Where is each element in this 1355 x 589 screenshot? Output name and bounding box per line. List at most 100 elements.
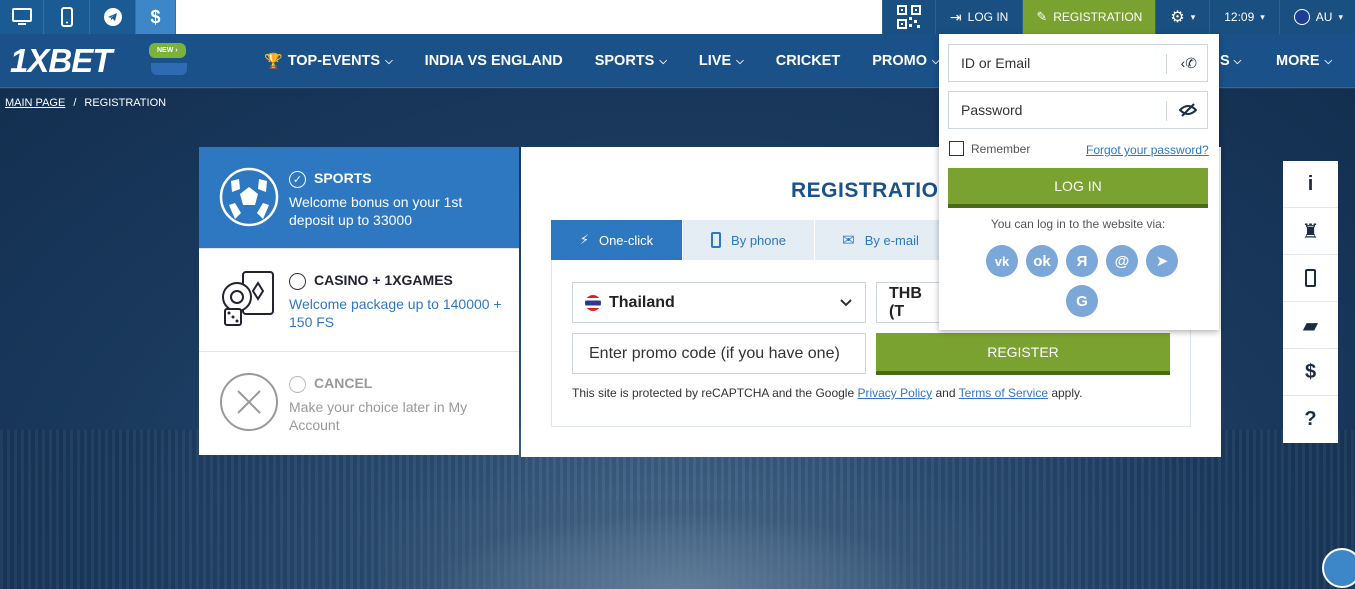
phone-icon[interactable]: ‹✆ <box>1181 55 1197 72</box>
currency-button[interactable]: $ <box>136 0 176 34</box>
chevron-down-icon: ▾ <box>1338 11 1343 22</box>
bonus-description: Welcome package up to 140000 + 150 FS <box>289 296 502 330</box>
nav-item-promo[interactable]: PROMO ⌵ <box>872 53 939 69</box>
cancel-circle-icon <box>220 373 278 431</box>
help-icon[interactable]: ? <box>1283 396 1338 443</box>
info-icon[interactable]: i <box>1283 161 1338 208</box>
google-icon[interactable]: G <box>1066 285 1098 317</box>
radio-button[interactable] <box>289 376 306 393</box>
captcha-text: This site is protected by reCAPTCHA and … <box>572 386 858 400</box>
edit-icon: ✎ <box>1036 9 1048 24</box>
tab-by-email[interactable]: ✉ By e-mail <box>815 220 947 260</box>
login-submit-button[interactable]: LOG IN <box>948 168 1208 208</box>
nav-item-label: S <box>1220 53 1230 69</box>
eye-hidden-icon[interactable] <box>1179 102 1197 118</box>
time-value: 12:09 <box>1224 10 1255 24</box>
desktop-version-button[interactable] <box>0 0 44 34</box>
chevron-down-icon <box>840 299 852 307</box>
recaptcha-notice: This site is protected by reCAPTCHA and … <box>572 386 1082 400</box>
nav-item-label: LIVE <box>698 53 732 69</box>
chevron-down-icon: ⌵ <box>659 55 667 67</box>
tab-one-click[interactable]: ⚡ One-click <box>551 220 683 260</box>
remember-me[interactable]: Remember <box>949 141 1030 156</box>
password-field[interactable]: Password <box>948 91 1208 129</box>
yandex-icon[interactable]: Я <box>1066 245 1098 277</box>
region-selector[interactable]: AU ▾ <box>1278 0 1355 34</box>
nav-item-live[interactable]: LIVE ⌵ <box>699 53 744 69</box>
bonus-title: CANCEL <box>314 375 373 391</box>
soccer-ball-icon <box>219 167 279 227</box>
mail-icon[interactable]: @ <box>1106 245 1138 277</box>
mobile-version-button[interactable] <box>44 0 90 34</box>
telegram-icon[interactable]: ➤ <box>1146 245 1178 277</box>
bonus-description: Welcome bonus on your 1st deposit up to … <box>289 194 463 228</box>
chevron-down-icon: ⌵ <box>736 55 744 67</box>
bonus-option-cancel[interactable]: CANCEL Make your choice later in My Acco… <box>199 352 519 455</box>
nav-item-label: INDIA VS ENGLAND <box>424 53 563 69</box>
region-value: AU <box>1315 10 1333 24</box>
register-label: REGISTER <box>987 344 1059 360</box>
terms-of-service-link[interactable]: Terms of Service <box>959 386 1048 400</box>
id-email-field[interactable]: ID or Email ‹✆ <box>948 44 1208 82</box>
trophy-icon: 🏆 <box>264 53 283 70</box>
registration-title: REGISTRATIO <box>791 179 939 202</box>
logo[interactable]: 1XBET <box>10 42 112 80</box>
bonus-panel: ✓ SPORTS Welcome bonus on your 1st depos… <box>199 147 519 455</box>
social-login-list: vk ok Я @ ➤ G <box>982 245 1182 317</box>
qr-code-button[interactable] <box>881 0 935 34</box>
breadcrumb-home[interactable]: MAIN PAGE <box>5 97 65 109</box>
nav-item-sports[interactable]: SPORTS ⌵ <box>595 53 667 69</box>
support-chat-button[interactable] <box>1322 548 1355 588</box>
tab-label: By e-mail <box>864 232 919 248</box>
chevron-down-icon: ⌵ <box>1233 55 1242 67</box>
promo-code-input[interactable]: Enter promo code (if you have one) <box>572 333 866 374</box>
ok-icon[interactable]: ok <box>1026 245 1058 277</box>
bonus-description: Make your choice later in My Account <box>289 399 468 433</box>
nav-item-more[interactable]: MORE ⌵ <box>1276 53 1332 69</box>
radio-button[interactable] <box>289 273 306 290</box>
breadcrumb-separator: / <box>73 97 77 109</box>
vk-icon[interactable]: vk <box>986 245 1018 277</box>
mobile-icon[interactable] <box>1283 255 1338 302</box>
top-bar-right: ⇥ LOG IN ✎ REGISTRATION ⚙ ▾ 12:09 ▾ AU ▾ <box>881 0 1355 34</box>
forgot-password-link[interactable]: Forgot your password? <box>1086 143 1209 157</box>
settings-button[interactable]: ⚙ ▾ <box>1155 0 1209 34</box>
login-button[interactable]: ⇥ LOG IN <box>934 0 1022 34</box>
bonus-option-sports[interactable]: ✓ SPORTS Welcome bonus on your 1st depos… <box>199 147 519 249</box>
trophy-icon[interactable]: ♜ <box>1283 208 1338 255</box>
time-selector[interactable]: 12:09 ▾ <box>1209 0 1279 34</box>
nav-item-label: CRICKET <box>775 53 841 69</box>
login-arrow-icon: ⇥ <box>949 8 962 25</box>
currency-value: THB (T <box>889 284 922 320</box>
bonus-option-casino[interactable]: CASINO + 1XGAMES Welcome package up to 1… <box>199 249 519 352</box>
country-select[interactable]: Thailand <box>572 282 866 323</box>
remember-label: Remember <box>971 141 1031 156</box>
registration-button[interactable]: ✎ REGISTRATION <box>1022 0 1156 34</box>
remember-checkbox[interactable] <box>949 141 964 156</box>
chevron-down-icon: ▾ <box>1260 11 1265 22</box>
nav-item-cricket[interactable]: CRICKET <box>776 53 840 69</box>
australia-flag-icon <box>1293 9 1310 25</box>
nav-item-india-vs-england[interactable]: INDIA VS ENGLAND <box>425 53 563 69</box>
check-circle-icon[interactable]: ✓ <box>289 171 306 188</box>
tab-label: By phone <box>731 232 786 248</box>
nav-item-top-events[interactable]: 🏆 TOP-EVENTS ⌵ <box>264 52 393 70</box>
register-button[interactable]: REGISTER <box>876 333 1170 375</box>
breadcrumb-current: REGISTRATION <box>84 97 167 109</box>
book-icon[interactable]: ▰ <box>1283 302 1338 349</box>
captcha-and: and <box>932 386 959 400</box>
currency-select[interactable]: THB (T <box>876 282 941 323</box>
qr-code-icon <box>896 5 921 29</box>
privacy-policy-link[interactable]: Privacy Policy <box>857 386 932 400</box>
login-dropdown: ID or Email ‹✆ Password Remember Forgot … <box>939 34 1219 330</box>
registration-label: REGISTRATION <box>1053 10 1143 24</box>
new-badge[interactable]: NEW › <box>149 43 186 58</box>
captcha-apply: apply. <box>1048 386 1083 400</box>
tab-by-phone[interactable]: By phone <box>683 220 815 260</box>
field-separator <box>1166 101 1167 121</box>
nav-item-partial-right[interactable]: S ⌵ <box>1220 53 1241 69</box>
login-via-text: You can log in to the website via: <box>990 217 1166 231</box>
dollar-icon[interactable]: $ <box>1283 349 1338 396</box>
country-value: Thailand <box>609 293 675 311</box>
telegram-button[interactable] <box>90 0 136 34</box>
